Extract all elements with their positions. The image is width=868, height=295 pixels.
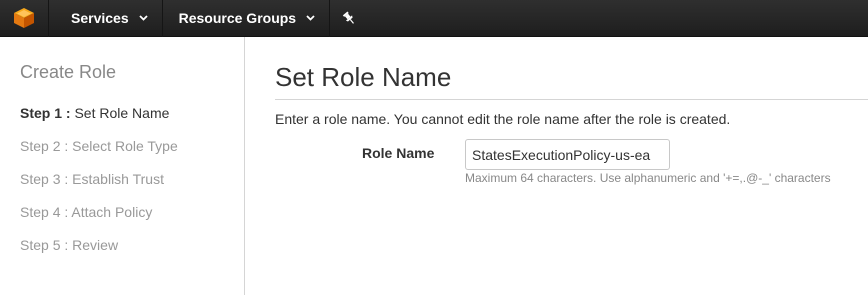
pin-button[interactable] — [330, 0, 368, 37]
chevron-down-icon — [138, 15, 148, 21]
resource-groups-menu[interactable]: Resource Groups — [163, 0, 329, 37]
step-number: Step 1 : — [20, 105, 71, 121]
step-number: Step 2 : — [20, 138, 69, 154]
wizard-step-4[interactable]: Step 4 : Attach Policy — [20, 204, 152, 220]
step-label: Select Role Type — [72, 138, 178, 154]
top-navigation-bar: Services Resource Groups — [0, 0, 868, 37]
step-number: Step 3 : — [20, 171, 69, 187]
aws-cube-icon — [14, 8, 34, 28]
step-label: Review — [72, 237, 119, 253]
services-label: Services — [71, 10, 129, 26]
wizard-step-1[interactable]: Step 1 : Set Role Name — [20, 105, 169, 121]
sidebar-title: Create Role — [20, 62, 117, 82]
role-name-input[interactable] — [465, 139, 670, 170]
wizard-step-3[interactable]: Step 3 : Establish Trust — [20, 171, 164, 187]
step-number: Step 4 : — [20, 204, 69, 220]
page-title: Set Role Name — [275, 62, 452, 92]
page-description: Enter a role name. You cannot edit the r… — [275, 111, 731, 127]
wizard-step-5[interactable]: Step 5 : Review — [20, 237, 118, 253]
role-name-label: Role Name — [362, 145, 435, 161]
services-menu[interactable]: Services — [49, 0, 162, 37]
step-label: Set Role Name — [74, 105, 170, 121]
resource-groups-label: Resource Groups — [178, 10, 297, 26]
pin-icon — [342, 11, 355, 24]
chevron-down-icon — [306, 15, 315, 21]
step-label: Attach Policy — [71, 204, 153, 220]
step-label: Establish Trust — [72, 171, 164, 187]
role-name-hint: Maximum 64 characters. Use alphanumeric … — [465, 171, 831, 185]
aws-logo-button[interactable] — [0, 0, 48, 37]
main-content: Set Role Name Enter a role name. You can… — [275, 37, 868, 295]
step-number: Step 5 : — [20, 237, 69, 253]
title-divider — [275, 99, 868, 100]
wizard-sidebar: Create Role Step 1 : Set Role Name Step … — [0, 37, 245, 295]
wizard-step-2[interactable]: Step 2 : Select Role Type — [20, 138, 178, 154]
